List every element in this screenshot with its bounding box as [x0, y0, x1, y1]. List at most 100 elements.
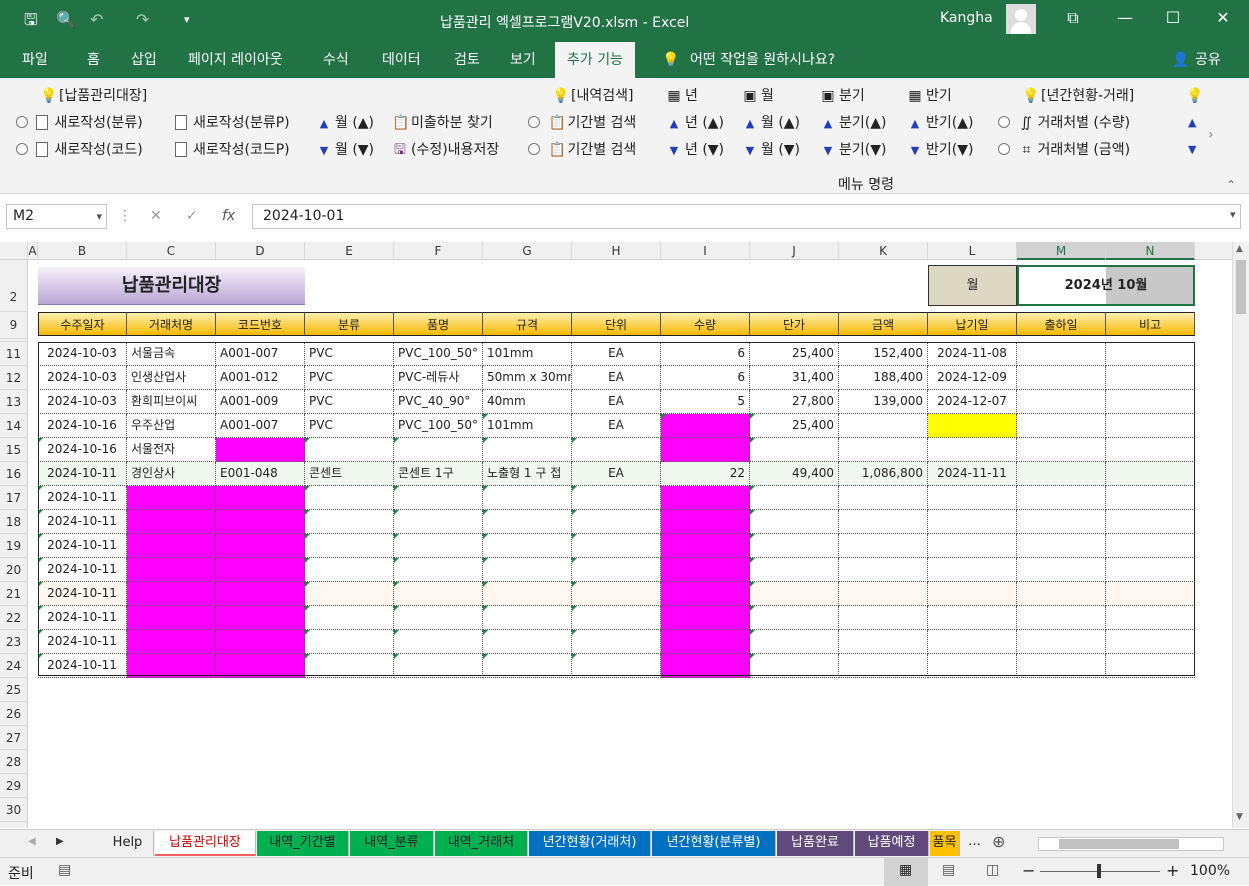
- row-header[interactable]: 19: [0, 534, 27, 558]
- table-cell[interactable]: [1106, 342, 1195, 366]
- row-header[interactable]: 21: [0, 582, 27, 606]
- more-tabs-icon[interactable]: …: [968, 834, 981, 849]
- table-cell[interactable]: [750, 606, 839, 630]
- table-cell[interactable]: [928, 510, 1017, 534]
- zoom-out-icon[interactable]: −: [1022, 861, 1035, 880]
- table-cell[interactable]: [394, 654, 483, 678]
- scroll-down-icon[interactable]: ▼: [1236, 812, 1243, 822]
- table-cell[interactable]: [1106, 414, 1195, 438]
- table-cell[interactable]: [839, 558, 928, 582]
- table-cell[interactable]: [1017, 558, 1106, 582]
- zoom-in-icon[interactable]: +: [1166, 861, 1179, 880]
- table-cell[interactable]: [750, 558, 839, 582]
- column-header-h[interactable]: H: [572, 242, 661, 260]
- row-header[interactable]: 27: [0, 726, 27, 750]
- table-cell[interactable]: [305, 438, 394, 462]
- table-cell[interactable]: [928, 486, 1017, 510]
- table-cell[interactable]: [216, 630, 305, 654]
- table-cell[interactable]: [661, 438, 750, 462]
- period-search-button-2[interactable]: 📋 기간별 검색: [528, 139, 636, 161]
- tab-page-layout[interactable]: 페이지 레이아웃: [188, 42, 283, 78]
- table-cell[interactable]: [1106, 582, 1195, 606]
- sheet-tab-scheduled[interactable]: 납품예정: [855, 831, 929, 856]
- table-cell[interactable]: [394, 438, 483, 462]
- table-cell[interactable]: [750, 582, 839, 606]
- table-cell[interactable]: [928, 558, 1017, 582]
- sheet-tab-period[interactable]: 내역_기간별: [257, 831, 349, 856]
- table-cell[interactable]: [839, 582, 928, 606]
- table-cell[interactable]: [305, 534, 394, 558]
- table-cell[interactable]: E001-048: [216, 462, 305, 486]
- horizontal-scrollbar[interactable]: [1038, 837, 1224, 851]
- table-cell[interactable]: 152,400: [839, 342, 928, 366]
- table-cell[interactable]: 우주산업: [127, 414, 216, 438]
- triangle-up-icon[interactable]: ▲: [1188, 112, 1196, 134]
- table-cell[interactable]: PVC-레듀사: [394, 366, 483, 390]
- table-cell[interactable]: PVC_40_90°: [394, 390, 483, 414]
- zoom-level[interactable]: 100%: [1190, 863, 1230, 879]
- table-cell[interactable]: [1017, 534, 1106, 558]
- table-cell[interactable]: [1017, 366, 1106, 390]
- table-cell[interactable]: PVC: [305, 414, 394, 438]
- month-up-button-2[interactable]: ▲ 월 (▲): [742, 112, 800, 134]
- table-cell[interactable]: [127, 534, 216, 558]
- table-cell[interactable]: 노출형 1 구 접: [483, 462, 572, 486]
- table-cell[interactable]: [661, 534, 750, 558]
- table-cell[interactable]: 2024-10-03: [38, 390, 127, 414]
- table-cell[interactable]: [127, 654, 216, 678]
- new-by-category-p-button[interactable]: 새로작성(분류P): [175, 112, 290, 134]
- column-header-f[interactable]: F: [394, 242, 483, 260]
- table-cell[interactable]: [305, 486, 394, 510]
- table-cell[interactable]: PVC: [305, 342, 394, 366]
- radio-icon[interactable]: [998, 116, 1010, 128]
- share-button[interactable]: 공유: [1195, 42, 1221, 78]
- new-by-code-button[interactable]: 새로작성(코드): [16, 139, 143, 161]
- month-button[interactable]: ▣ 월: [742, 85, 774, 107]
- table-cell[interactable]: [394, 534, 483, 558]
- close-icon[interactable]: ✕: [1208, 8, 1238, 27]
- table-cell[interactable]: 49,400: [750, 462, 839, 486]
- tab-scroll-right-icon[interactable]: ▶: [56, 836, 64, 847]
- row-header[interactable]: 28: [0, 750, 27, 774]
- table-cell[interactable]: [661, 654, 750, 678]
- table-cell[interactable]: 25,400: [750, 342, 839, 366]
- tell-me-box[interactable]: 어떤 작업을 원하시나요?: [690, 42, 835, 78]
- sheet-tab-ledger[interactable]: 납품관리대장: [155, 831, 256, 856]
- ribbon-scroll-right-icon[interactable]: ›: [1208, 124, 1214, 146]
- month-down-button-2[interactable]: ▼ 월 (▼): [742, 139, 800, 161]
- table-cell[interactable]: [661, 558, 750, 582]
- table-cell[interactable]: 2024-10-16: [38, 438, 127, 462]
- table-cell[interactable]: [305, 630, 394, 654]
- column-header-d[interactable]: D: [216, 242, 305, 260]
- table-cell[interactable]: [305, 606, 394, 630]
- table-cell[interactable]: [216, 510, 305, 534]
- table-cell[interactable]: [127, 558, 216, 582]
- table-cell[interactable]: [928, 582, 1017, 606]
- table-cell[interactable]: 콘센트: [305, 462, 394, 486]
- table-cell[interactable]: 2024-11-08: [928, 342, 1017, 366]
- table-cell[interactable]: [1106, 462, 1195, 486]
- table-cell[interactable]: [394, 486, 483, 510]
- table-cell[interactable]: [127, 582, 216, 606]
- column-header-l[interactable]: L: [928, 242, 1017, 260]
- table-cell[interactable]: [572, 606, 661, 630]
- table-cell[interactable]: [750, 438, 839, 462]
- table-cell[interactable]: [839, 606, 928, 630]
- radio-icon[interactable]: [528, 116, 540, 128]
- table-cell[interactable]: [216, 534, 305, 558]
- table-cell[interactable]: 인생산업사: [127, 366, 216, 390]
- table-cell[interactable]: 서울전자: [127, 438, 216, 462]
- page-break-view-icon[interactable]: ◫: [986, 862, 999, 878]
- table-cell[interactable]: 2024-12-07: [928, 390, 1017, 414]
- save-icon[interactable]: 🖫: [24, 10, 38, 30]
- quarter-up-button[interactable]: ▲ 분기(▲): [820, 112, 887, 134]
- table-cell[interactable]: PVC_100_50°: [394, 342, 483, 366]
- macro-record-icon[interactable]: ▤: [58, 862, 71, 878]
- radio-icon[interactable]: [16, 143, 28, 155]
- table-cell[interactable]: [483, 534, 572, 558]
- table-cell[interactable]: 2024-10-11: [38, 630, 127, 654]
- row-header[interactable]: 16: [0, 462, 27, 486]
- table-cell[interactable]: [661, 582, 750, 606]
- table-cell[interactable]: [928, 654, 1017, 678]
- table-cell[interactable]: [928, 630, 1017, 654]
